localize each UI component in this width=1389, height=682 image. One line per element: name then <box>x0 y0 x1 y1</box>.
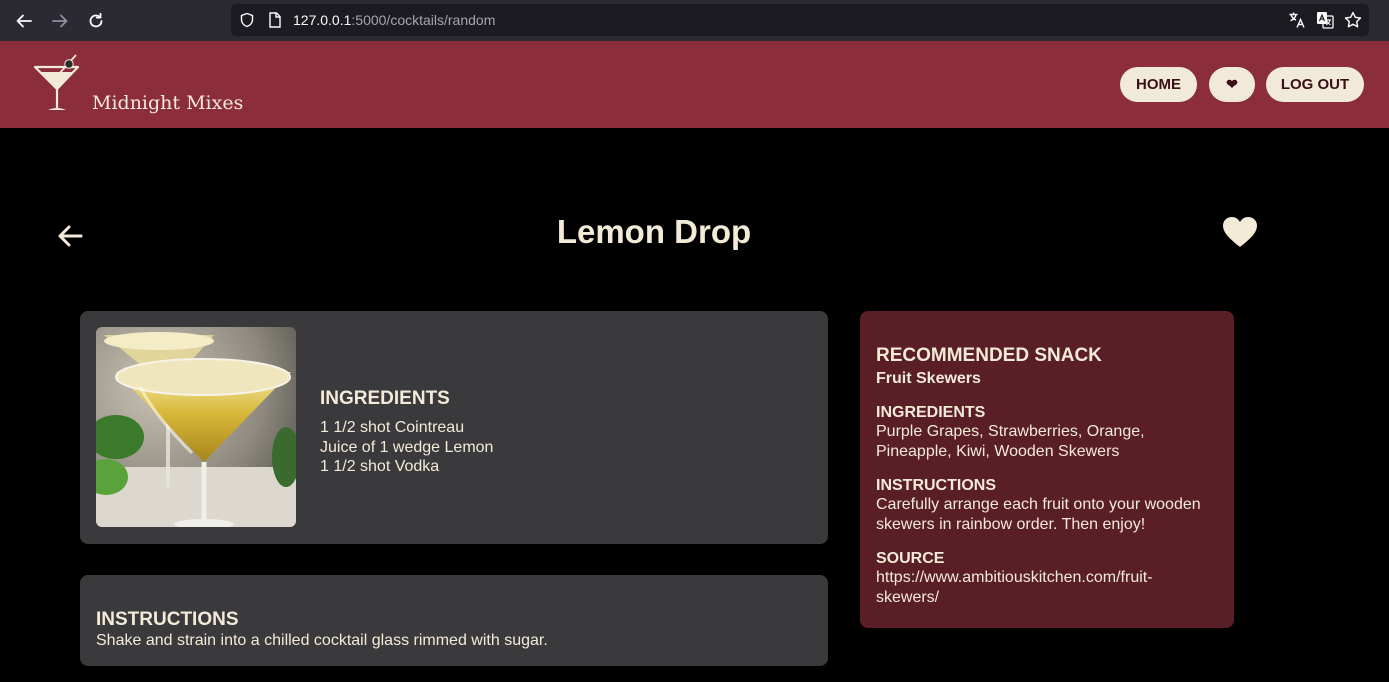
ingredient-item: 1 1/2 shot Vodka <box>320 458 440 475</box>
url-host: 127.0.0.1 <box>293 12 352 28</box>
translate-icon[interactable] <box>1288 11 1306 34</box>
instructions-section: INSTRUCTIONS Shake and strain into a chi… <box>96 609 548 651</box>
cocktail-title: Lemon Drop <box>556 213 752 250</box>
recommended-snack-card: RECOMMENDED SNACK Fruit Skewers INGREDIE… <box>860 311 1234 628</box>
page-icon <box>268 12 282 33</box>
url-path: :5000/cocktails/random <box>351 12 496 28</box>
snack-heading: RECOMMENDED SNACK <box>876 345 1102 366</box>
back-arrow-icon[interactable] <box>56 222 84 255</box>
forward-icon[interactable] <box>47 8 73 34</box>
ingredient-item: Juice of 1 wedge Lemon <box>320 438 494 456</box>
url-text: 127.0.0.1:5000/cocktails/random <box>293 12 495 28</box>
logout-button[interactable]: LOG OUT <box>1266 67 1364 102</box>
ingredients-section: INGREDIENTS 1 1/2 shot Cointreau Juice o… <box>320 388 493 477</box>
address-bar[interactable]: 127.0.0.1:5000/cocktails/random <box>231 4 1369 36</box>
snack-source-link[interactable]: https://www.ambitiouskitchen.com/fruit-s… <box>876 568 1176 607</box>
ingredients-list: 1 1/2 shot Cointreau Juice of 1 wedge Le… <box>320 418 493 477</box>
home-button[interactable]: HOME <box>1120 67 1197 102</box>
favorites-button[interactable]: ❤ <box>1209 67 1255 102</box>
favorite-heart-icon[interactable] <box>1222 216 1258 253</box>
snack-name: Fruit Skewers <box>876 370 981 387</box>
snack-ingredients-text: Purple Grapes, Strawberries, Orange, Pin… <box>876 423 1145 460</box>
bookmark-star-icon[interactable] <box>1344 11 1362 34</box>
cocktail-photo <box>96 327 296 527</box>
instructions-heading: INSTRUCTIONS <box>96 609 239 630</box>
ingredient-item: 1 1/2 shot Cointreau <box>320 419 465 436</box>
browser-toolbar: 127.0.0.1:5000/cocktails/random <box>0 0 1389 41</box>
snack-instructions-heading: INSTRUCTIONS <box>876 477 996 494</box>
reload-icon[interactable] <box>83 8 109 34</box>
snack-content: RECOMMENDED SNACK Fruit Skewers INGREDIE… <box>876 345 1220 607</box>
snack-source-heading: SOURCE <box>876 550 945 567</box>
ingredients-heading: INGREDIENTS <box>320 388 450 409</box>
site-header: Midnight Mixes HOME ❤ LOG OUT <box>0 41 1389 128</box>
google-translate-icon[interactable] <box>1316 11 1334 34</box>
snack-ingredients-heading: INGREDIENTS <box>876 404 986 421</box>
snack-instructions-text: Carefully arrange each fruit onto your w… <box>876 496 1201 533</box>
shield-icon[interactable] <box>239 12 255 33</box>
back-icon[interactable] <box>11 8 37 34</box>
martini-logo-icon[interactable] <box>32 51 82 118</box>
brand-name[interactable]: Midnight Mixes <box>92 92 243 114</box>
instructions-text: Shake and strain into a chilled cocktail… <box>96 632 548 649</box>
